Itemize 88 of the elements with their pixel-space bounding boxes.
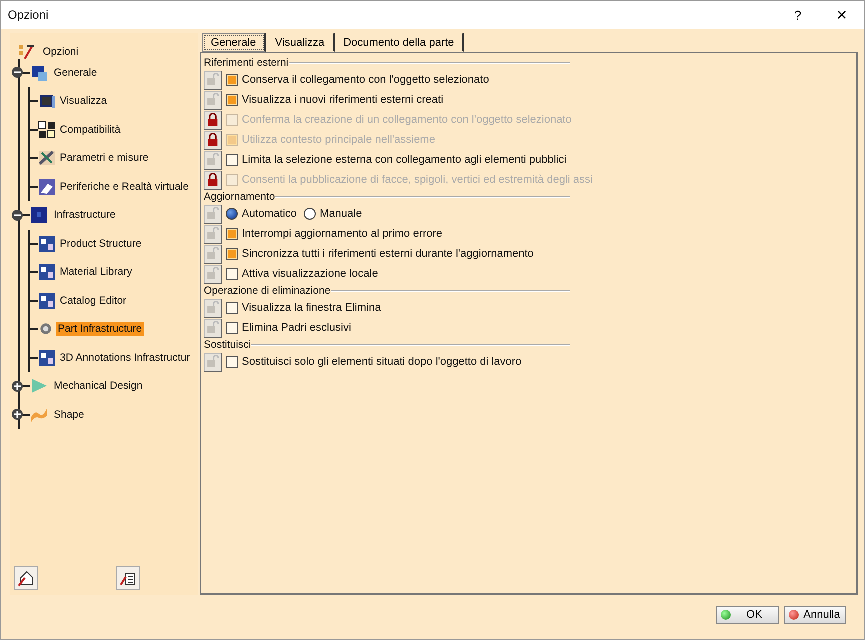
unlocked-padlock-icon: [206, 301, 220, 315]
blocks-icon: [38, 234, 56, 253]
option-label: Sincronizza tutti i riferimenti esterni durante l'aggiornamento: [242, 248, 534, 260]
option-label: Conferma la creazione di un collegamento con l'oggetto selezionato: [242, 114, 572, 126]
checkbox[interactable]: [226, 302, 238, 314]
option-label: Sostituisci solo gli elementi situati dopo l'oggetto di lavoro: [242, 356, 522, 368]
unlocked-padlock-icon: [206, 153, 220, 167]
tree-item[interactable]: Generale: [52, 66, 100, 80]
radio-button[interactable]: [304, 208, 316, 220]
lock-button[interactable]: [204, 150, 222, 170]
lock-button[interactable]: [204, 90, 222, 110]
home-settings-icon[interactable]: [14, 566, 38, 590]
document-settings-icon[interactable]: [116, 566, 140, 590]
tree-item[interactable]: Catalog Editor: [58, 294, 129, 308]
ok-button[interactable]: OK: [716, 606, 779, 624]
close-button[interactable]: ×: [820, 1, 864, 29]
checkbox[interactable]: [226, 322, 238, 334]
tree-item[interactable]: Opzioni: [41, 45, 81, 60]
lock-button[interactable]: [204, 70, 222, 90]
lock-button[interactable]: [204, 352, 222, 372]
status-dot-icon: [789, 610, 799, 620]
monitor-icon: [38, 92, 56, 110]
unlocked-padlock-icon: [206, 267, 220, 281]
expand-toggle[interactable]: [12, 67, 23, 78]
lock-button[interactable]: [204, 244, 222, 264]
checkbox[interactable]: [226, 94, 238, 106]
status-dot-icon: [721, 610, 731, 620]
expand-toggle[interactable]: [12, 409, 23, 420]
option-label: Utilizza contesto principale nell'assieme: [242, 134, 436, 146]
gear-icon: [38, 321, 54, 338]
padlock-icon: [206, 173, 220, 187]
tree-item[interactable]: 3D Annotations Infrastructur: [58, 350, 192, 365]
checkbox[interactable]: [226, 248, 238, 260]
option-label: Consenti la pubblicazione di facce, spigoli, vertici ed estremità degli assi: [242, 174, 593, 186]
blocks-icon: [38, 263, 56, 282]
option-label: Visualizza i nuovi riferimenti esterni creati: [242, 94, 444, 106]
checkbox[interactable]: [226, 268, 238, 280]
option-label: Automatico: [242, 208, 298, 220]
radio-button[interactable]: [226, 208, 238, 220]
unlocked-padlock-icon: [206, 207, 220, 221]
unlocked-padlock-icon: [206, 355, 220, 369]
option-label: Attiva visualizzazione locale: [242, 268, 378, 280]
tree-item[interactable]: Visualizza: [58, 94, 110, 108]
section-title: Operazione di eliminazione: [204, 285, 331, 297]
unlocked-padlock-icon: [206, 247, 220, 261]
padlock-icon: [206, 133, 220, 147]
lock-button[interactable]: [204, 264, 222, 284]
house-icon: [17, 569, 35, 587]
option-label: Limita la selezione esterna con collegamento agli elementi pubblici: [242, 154, 567, 166]
unlocked-padlock-icon: [206, 321, 220, 335]
padlock-icon: [206, 113, 220, 127]
option-label: Visualizza la finestra Elimina: [242, 302, 382, 314]
option-label: Elimina Padri esclusivi: [242, 322, 352, 334]
unlocked-padlock-icon: [206, 227, 220, 241]
cancel-button[interactable]: Annulla: [784, 606, 846, 624]
blocks-icon: [38, 348, 56, 367]
tree-item[interactable]: Product Structure: [58, 236, 144, 251]
help-button[interactable]: ?: [776, 1, 820, 29]
lock-button[interactable]: [204, 318, 222, 338]
option-label: Interrompi aggiornamento al primo errore: [242, 228, 443, 240]
tree-item[interactable]: Parametri e misure: [58, 151, 151, 166]
checkbox[interactable]: [226, 356, 238, 368]
lock-button[interactable]: [204, 298, 222, 318]
checkbox[interactable]: [226, 154, 238, 166]
option-label: Manuale: [320, 208, 362, 220]
expand-toggle[interactable]: [12, 380, 23, 392]
checkbox[interactable]: [226, 228, 238, 240]
tree-item[interactable]: Part Infrastructure: [56, 322, 144, 336]
tab[interactable]: Generale: [202, 33, 266, 52]
lock-button[interactable]: [204, 224, 222, 244]
section-title: Sostituisci: [204, 339, 252, 351]
tree-item[interactable]: Periferiche e Realtà virtuale: [58, 180, 191, 194]
section-title: Aggiornamento: [204, 191, 276, 203]
tree-item[interactable]: Shape: [52, 408, 86, 422]
section-title: Riferimenti esterni: [204, 57, 289, 69]
tree-item[interactable]: Mechanical Design: [52, 379, 145, 394]
tree-item[interactable]: Infrastructure: [52, 208, 118, 222]
unlocked-padlock-icon: [206, 73, 220, 87]
tree-item[interactable]: Material Library: [58, 265, 134, 280]
tree-item[interactable]: Compatibilità: [58, 122, 123, 137]
checkbox[interactable]: [226, 74, 238, 86]
tab[interactable]: Visualizza: [266, 33, 335, 52]
unlocked-padlock-icon: [206, 93, 220, 107]
lock-button[interactable]: [204, 204, 222, 224]
window-title: Opzioni: [8, 8, 50, 22]
tab[interactable]: Documento della parte: [334, 33, 464, 52]
option-label: Conserva il collegamento con l'oggetto selezionato: [242, 74, 490, 86]
expand-toggle[interactable]: [12, 210, 23, 221]
